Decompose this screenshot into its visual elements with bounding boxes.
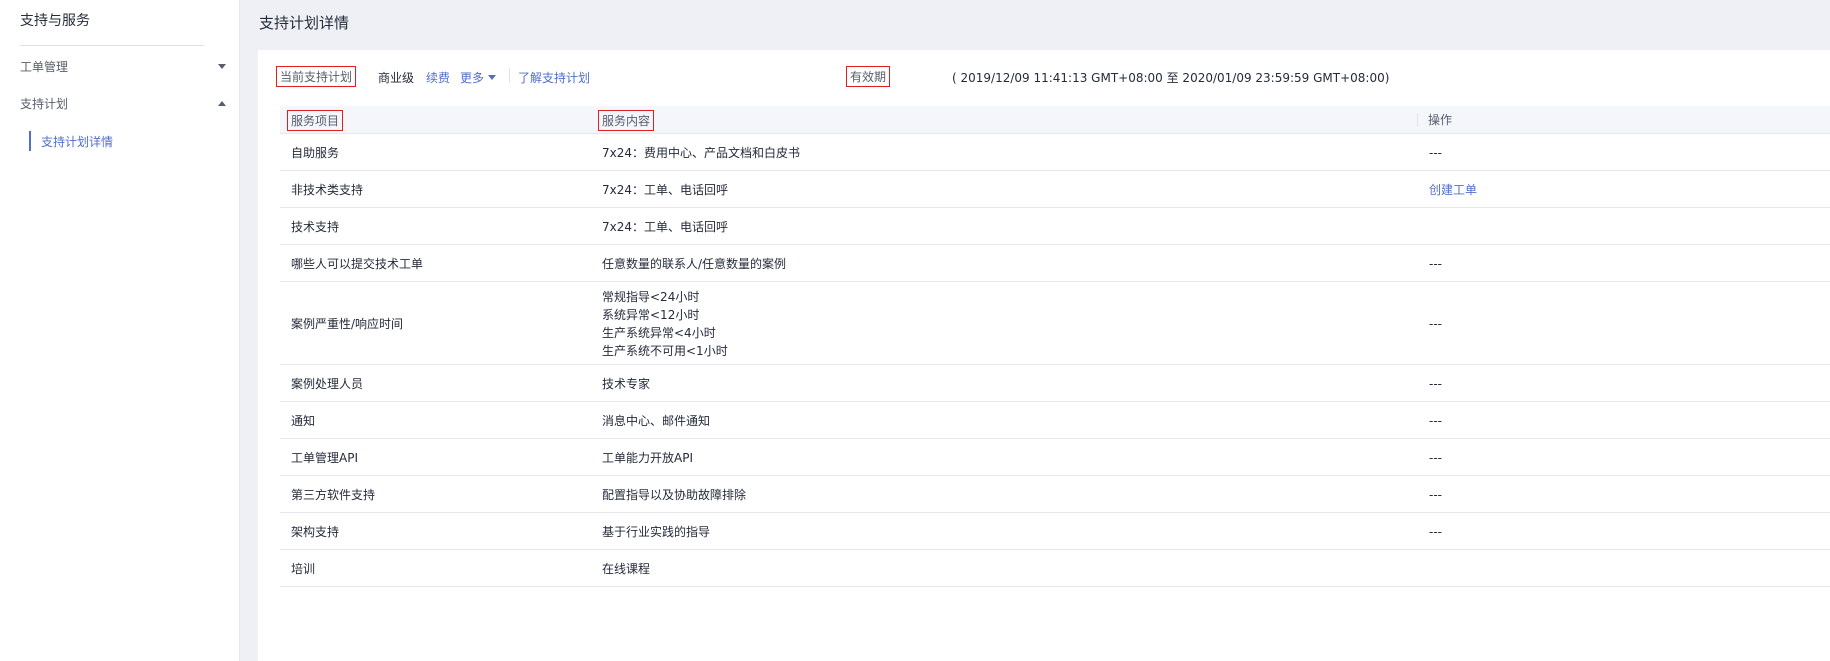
service-item-cell: 技术支持 xyxy=(291,220,340,234)
sidebar-item-label: 工单管理 xyxy=(20,59,69,74)
table-header: 服务项目 服务内容 操作 xyxy=(280,106,1830,134)
support-plan-panel: 当前支持计划 商业级 续费 更多 了解支持计划 有效期 ( 2019/12/09… xyxy=(258,50,1830,661)
service-content-line: 消息中心、邮件通知 xyxy=(602,414,711,428)
validity-range: ( 2019/12/09 11:41:13 GMT+08:00 至 2020/0… xyxy=(952,71,1390,85)
service-content-line: 常规指导<24小时 xyxy=(602,290,700,304)
current-plan-label: 当前支持计划 xyxy=(276,66,357,87)
service-item-cell: 非技术类支持 xyxy=(291,183,364,197)
table-row: 自助服务 7x24：费用中心、产品文档和白皮书 --- xyxy=(280,134,1830,171)
sidebar-subitem-support-plan-details[interactable]: 支持计划详情 xyxy=(29,131,113,151)
service-content-cell: 工单能力开放API xyxy=(602,449,693,467)
create-ticket-link[interactable]: 创建工单 xyxy=(1429,181,1477,199)
service-item-cell: 架构支持 xyxy=(291,525,340,539)
service-item-cell: 自助服务 xyxy=(291,146,340,160)
sidebar-title: 支持与服务 xyxy=(20,13,90,29)
service-content-cell: 7x24：工单、电话回呼 xyxy=(602,181,728,199)
validity-label: 有效期 xyxy=(846,66,891,87)
service-item-cell: 案例严重性/响应时间 xyxy=(291,317,404,331)
action-cell: --- xyxy=(1429,525,1442,539)
service-item-cell: 通知 xyxy=(291,414,316,428)
table-row: 非技术类支持 7x24：工单、电话回呼 创建工单 xyxy=(280,171,1830,208)
table-row: 架构支持 基于行业实践的指导 --- xyxy=(280,513,1830,550)
service-content-line: 生产系统不可用<1小时 xyxy=(602,344,728,358)
table-body: 自助服务 7x24：费用中心、产品文档和白皮书 --- 非技术类支持 7x24：工单、电… xyxy=(280,134,1830,587)
page-title: 支持计划详情 xyxy=(259,14,350,32)
service-content-cell: 技术专家 xyxy=(602,375,650,393)
table-row: 案例处理人员 技术专家 --- xyxy=(280,365,1830,402)
chevron-up-icon xyxy=(218,100,226,106)
service-content-cell: 配置指导以及协助故障排除 xyxy=(602,486,746,504)
column-header-action: 操作 xyxy=(1417,113,1452,127)
service-item-cell: 第三方软件支持 xyxy=(291,488,376,502)
service-item-cell: 培训 xyxy=(291,562,316,576)
table-row: 技术支持 7x24：工单、电话回呼 xyxy=(280,208,1830,245)
chevron-down-icon xyxy=(218,63,226,69)
main-content: 支持计划详情 当前支持计划 商业级 续费 更多 了解支持计划 有效期 ( 201… xyxy=(240,0,1830,661)
plan-summary-bar: 当前支持计划 商业级 续费 更多 了解支持计划 有效期 ( 2019/12/09… xyxy=(258,64,1830,88)
table-row: 第三方软件支持 配置指导以及协助故障排除 --- xyxy=(280,476,1830,513)
action-cell: --- xyxy=(1429,488,1442,502)
table-row: 通知 消息中心、邮件通知 --- xyxy=(280,402,1830,439)
service-table: 服务项目 服务内容 操作 自助服务 7x24：费用中心、产品文档和白皮书 --- 非技… xyxy=(280,106,1830,587)
service-content-line: 任意数量的联系人/任意数量的案例 xyxy=(602,257,787,271)
service-content-line: 配置指导以及协助故障排除 xyxy=(602,488,747,502)
service-content-cell: 在线课程 xyxy=(602,560,650,578)
learn-support-plan-link[interactable]: 了解支持计划 xyxy=(518,69,590,86)
service-item-cell: 哪些人可以提交技术工单 xyxy=(291,257,424,271)
more-label: 更多 xyxy=(460,71,485,85)
service-content-cell: 任意数量的联系人/任意数量的案例 xyxy=(602,255,786,273)
column-header-service-item: 服务项目 xyxy=(287,110,344,131)
action-cell: --- xyxy=(1429,451,1442,465)
service-content-line: 生产系统异常<4小时 xyxy=(602,326,716,340)
sidebar-item-support-plan[interactable]: 支持计划 xyxy=(20,93,230,113)
service-item-cell: 案例处理人员 xyxy=(291,377,364,391)
action-cell: --- xyxy=(1429,317,1442,331)
table-row: 培训 在线课程 xyxy=(280,550,1830,587)
renew-link[interactable]: 续费 xyxy=(426,69,450,86)
service-content-cell: 消息中心、邮件通知 xyxy=(602,412,710,430)
service-content-cell: 基于行业实践的指导 xyxy=(602,523,710,541)
sidebar-divider xyxy=(20,45,204,46)
service-content-line: 7x24：费用中心、产品文档和白皮书 xyxy=(602,146,801,160)
action-cell: --- xyxy=(1429,257,1442,271)
more-dropdown[interactable]: 更多 xyxy=(460,69,497,86)
service-content-cell: 7x24：工单、电话回呼 xyxy=(602,218,728,236)
service-content-line: 在线课程 xyxy=(602,562,651,576)
sidebar-item-label: 支持计划 xyxy=(20,96,69,111)
action-cell: --- xyxy=(1429,146,1442,160)
table-row: 案例严重性/响应时间 常规指导<24小时 系统异常<12小时生产系统异常<4小时 生产… xyxy=(280,282,1830,365)
service-content-line: 基于行业实践的指导 xyxy=(602,525,711,539)
sidebar: 支持与服务 工单管理 支持计划 支持计划详情 xyxy=(0,0,240,661)
divider xyxy=(509,68,510,83)
action-cell: --- xyxy=(1429,414,1442,428)
service-content-line: 7x24：工单、电话回呼 xyxy=(602,220,729,234)
service-item-cell: 工单管理API xyxy=(291,451,358,465)
table-row: 工单管理API 工单能力开放API --- xyxy=(280,439,1830,476)
sidebar-item-ticket-management[interactable]: 工单管理 xyxy=(20,56,230,76)
service-content-line: 工单能力开放API xyxy=(602,451,693,465)
service-content-line: 技术专家 xyxy=(602,377,651,391)
service-content-line: 系统异常<12小时 xyxy=(602,308,700,322)
service-content-cell: 7x24：费用中心、产品文档和白皮书 xyxy=(602,144,800,162)
service-content-line: 7x24：工单、电话回呼 xyxy=(602,183,729,197)
plan-level: 商业级 xyxy=(378,71,415,85)
service-content-cell: 常规指导<24小时 系统异常<12小时生产系统异常<4小时 生产系统不可用<1小时 xyxy=(602,288,728,360)
column-header-service-content: 服务内容 xyxy=(598,110,655,131)
chevron-down-icon xyxy=(488,75,497,80)
sidebar-subitem-label: 支持计划详情 xyxy=(41,134,114,149)
table-row: 哪些人可以提交技术工单 任意数量的联系人/任意数量的案例 --- xyxy=(280,245,1830,282)
action-cell: --- xyxy=(1429,377,1442,391)
